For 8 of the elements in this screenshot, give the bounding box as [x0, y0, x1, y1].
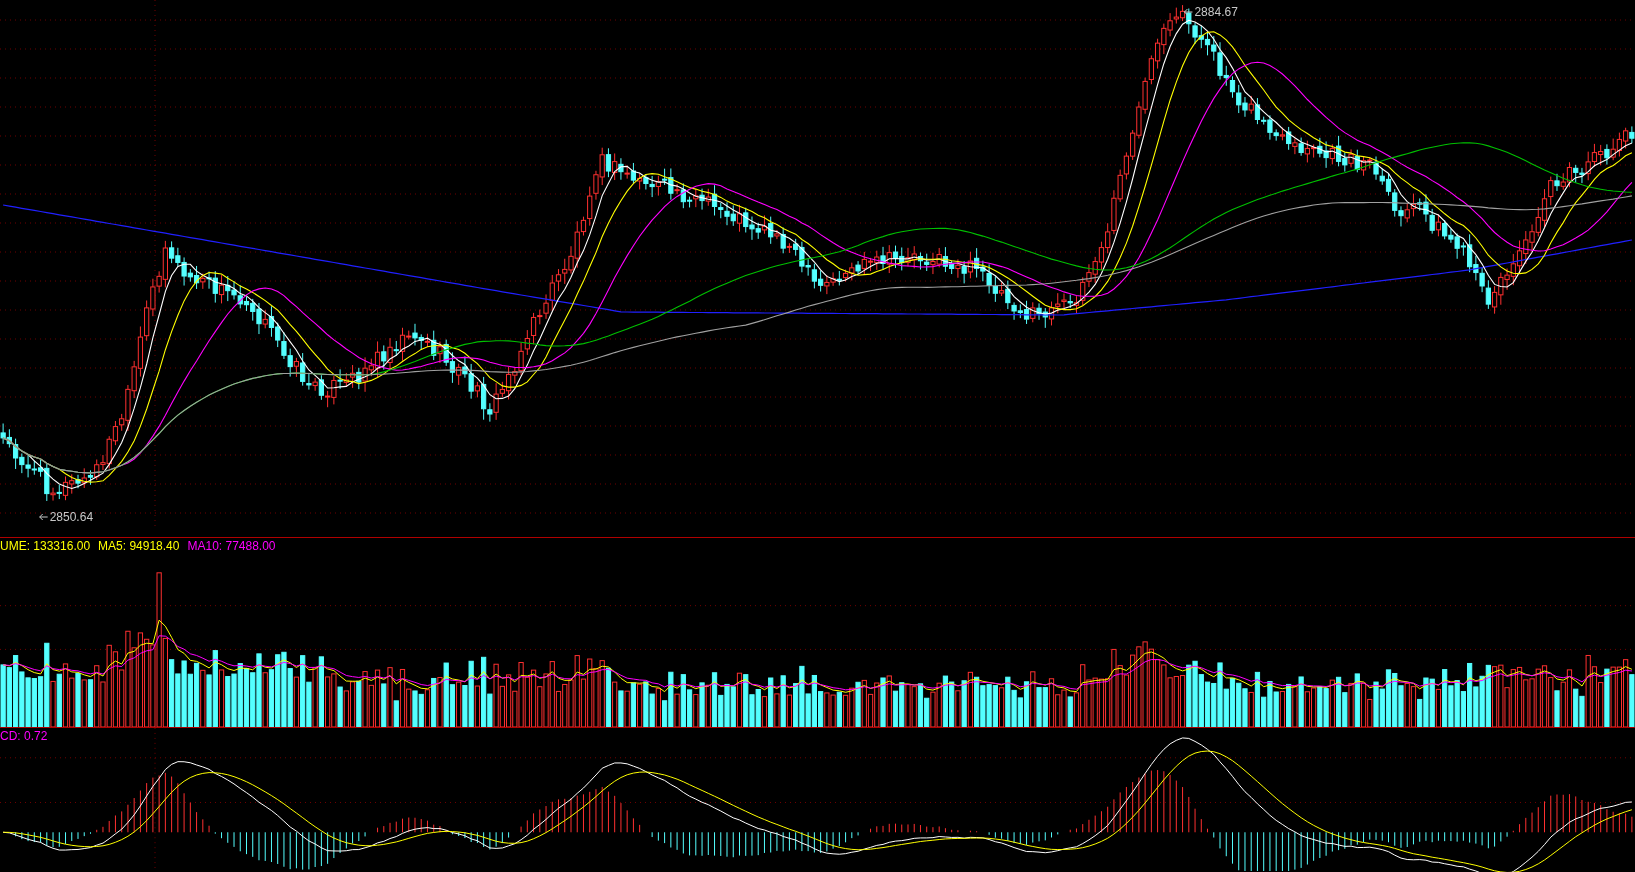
high-price-label: 2884.67 — [1194, 5, 1238, 19]
macd-legend-text: CD: 0.72 — [0, 729, 48, 743]
volume-legend-text: UME: 133316.00 — [0, 539, 91, 553]
volume-legend-text: MA10: 77488.00 — [187, 539, 276, 553]
pointer-arrow-icon — [39, 513, 49, 521]
volume-legend-text: MA5: 94918.40 — [98, 539, 180, 553]
low-price-label: 2850.64 — [49, 510, 94, 524]
pointer-arrow-icon — [1183, 8, 1193, 16]
